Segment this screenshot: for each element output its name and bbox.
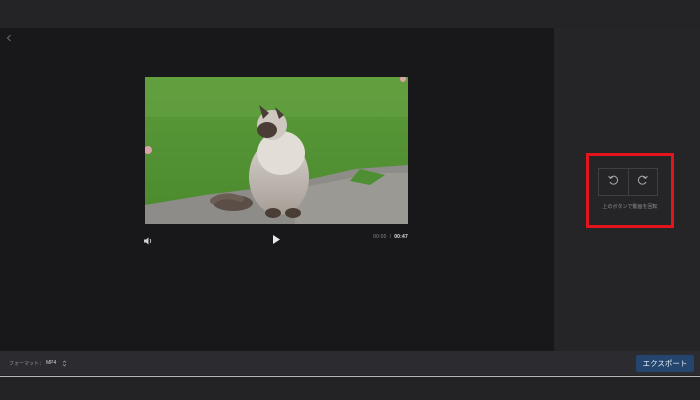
rotate-hint: 上のボタンで動画を回転 — [602, 204, 658, 210]
format-label: フォーマット： — [9, 361, 45, 367]
rotate-ccw-icon — [607, 173, 619, 191]
time-display: 00:00/00:47 — [373, 234, 408, 240]
format-value: MP4 — [46, 360, 57, 366]
play-icon[interactable] — [271, 232, 281, 244]
rotate-button-group — [598, 168, 658, 196]
duration: 00:47 — [394, 234, 408, 240]
video-thumbnail — [145, 77, 408, 224]
video-preview[interactable] — [145, 77, 408, 224]
top-bar — [0, 0, 700, 28]
rotate-right-button[interactable] — [627, 169, 657, 195]
time-separator: / — [389, 234, 392, 240]
volume-icon[interactable] — [143, 233, 153, 245]
video-rotate-app: 00:00/00:47 上のボタンで動画を回転 フォーマット： MP4 エクスポ… — [0, 0, 700, 400]
rotate-left-button[interactable] — [599, 169, 628, 195]
player-controls: 00:00/00:47 — [140, 230, 412, 246]
rotate-cw-icon — [637, 173, 649, 191]
bottom-bar: フォーマット： MP4 — [0, 351, 700, 375]
current-time: 00:00 — [373, 234, 387, 240]
footer-area — [0, 377, 700, 400]
format-select[interactable]: MP4 — [46, 358, 67, 368]
updown-chevron-icon — [62, 359, 67, 367]
chevron-left-icon[interactable] — [4, 30, 14, 42]
export-button[interactable]: エクスポート — [636, 355, 694, 372]
